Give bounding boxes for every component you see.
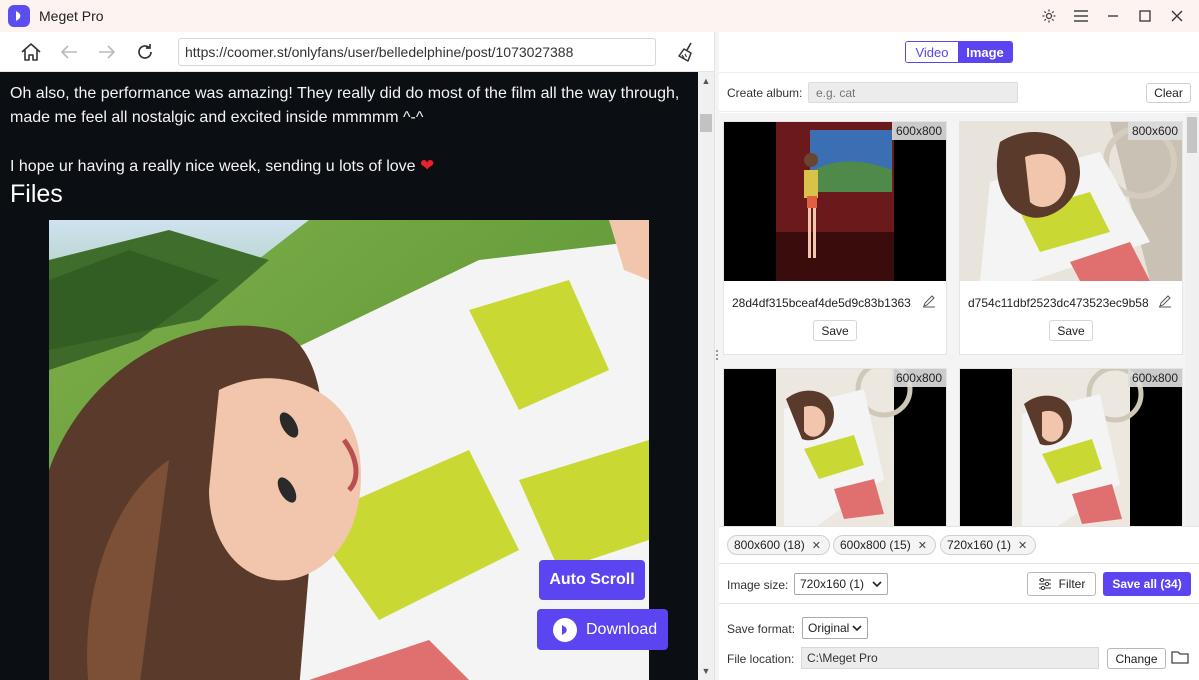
pencil-icon[interactable] (1158, 294, 1172, 308)
post-paragraph: Oh also, the performance was amazing! Th… (10, 85, 680, 126)
image-dimensions: 800x600 (1127, 122, 1182, 140)
reload-icon[interactable] (128, 35, 162, 69)
remove-tag-icon[interactable]: ✕ (812, 539, 821, 552)
post-paragraph-text: I hope ur having a really nice week, sen… (10, 158, 416, 175)
image-filename: 28d4df315bceaf4de5d9c83b13631f (732, 296, 912, 310)
album-input[interactable] (808, 82, 1018, 103)
chevron-down-icon (852, 621, 862, 635)
size-tag-label: 600x800 (15) (840, 538, 911, 552)
app-title: Meget Pro (39, 8, 104, 24)
folder-icon[interactable] (1171, 649, 1189, 667)
image-dimensions: 600x800 (891, 122, 946, 140)
album-row: Create album: Clear (719, 72, 1199, 112)
image-size-select[interactable]: 720x160 (1) (794, 573, 888, 595)
grid-scroll-thumb[interactable] (1187, 117, 1197, 153)
filter-label: Filter (1058, 577, 1086, 591)
image-dimensions: 600x800 (1127, 369, 1182, 387)
browser-navbar (0, 32, 716, 72)
image-thumbnail[interactable] (960, 369, 1182, 528)
maximize-icon[interactable] (1129, 0, 1161, 32)
web-scrollbar[interactable]: ▲ ▼ (698, 72, 714, 680)
image-filename: d754c11dbf2523dc473523ec9b589 (968, 296, 1148, 310)
file-location-input[interactable] (801, 647, 1099, 669)
grid-scrollbar[interactable] (1185, 113, 1199, 556)
meget-logo-icon (8, 5, 30, 27)
url-input[interactable] (178, 38, 656, 66)
window-controls (1033, 0, 1193, 32)
save-button[interactable]: Save (813, 320, 857, 341)
remove-tag-icon[interactable]: ✕ (918, 539, 927, 552)
chevron-down-icon (872, 577, 882, 591)
close-icon[interactable] (1161, 0, 1193, 32)
sliders-icon (1038, 578, 1052, 590)
image-size-value: 720x160 (1) (800, 577, 865, 591)
broom-icon[interactable] (672, 36, 702, 68)
save-settings: Save format: Original File location: Cha… (719, 603, 1199, 680)
image-size-row: Image size: 720x160 (1) Filter Save all … (719, 563, 1199, 603)
files-heading: Files (10, 180, 63, 208)
title-bar: Meget Pro (0, 0, 1199, 32)
save-format-select[interactable]: Original (802, 617, 868, 639)
size-tag[interactable]: 800x600 (18) ✕ (727, 535, 830, 555)
image-thumbnail[interactable] (960, 122, 1182, 281)
album-label: Create album: (727, 86, 803, 100)
download-panel: Video Image Create album: Clear (719, 32, 1199, 680)
image-dimensions: 600x800 (891, 369, 946, 387)
tab-image[interactable]: Image (958, 42, 1012, 62)
back-arrow-icon[interactable] (52, 35, 86, 69)
image-card[interactable]: 600x800 28d4df315bceaf4de5d9c83b13631f S… (723, 121, 947, 355)
save-all-button[interactable]: Save all (34) (1103, 572, 1191, 596)
scroll-down-icon[interactable]: ▼ (701, 666, 711, 676)
file-location-label: File location: (727, 652, 795, 666)
download-button[interactable]: Download (537, 609, 668, 650)
auto-scroll-button[interactable]: Auto Scroll (539, 560, 645, 600)
size-tag[interactable]: 600x800 (15) ✕ (833, 535, 936, 555)
remove-tag-icon[interactable]: ✕ (1018, 539, 1027, 552)
home-icon[interactable] (14, 35, 48, 69)
image-grid: 600x800 28d4df315bceaf4de5d9c83b13631f S… (719, 113, 1199, 556)
tab-video[interactable]: Video (906, 42, 958, 62)
size-tag-label: 800x600 (18) (734, 538, 805, 552)
size-tag[interactable]: 720x160 (1) ✕ (940, 535, 1037, 555)
minimize-icon[interactable] (1097, 0, 1129, 32)
save-format-value: Original (808, 621, 850, 635)
gear-icon[interactable] (1033, 0, 1065, 32)
clear-button[interactable]: Clear (1146, 83, 1191, 103)
save-format-label: Save format: (727, 622, 796, 636)
size-tag-label: 720x160 (1) (947, 538, 1012, 552)
download-label: Download (586, 620, 658, 638)
forward-arrow-icon[interactable] (90, 35, 124, 69)
image-thumbnail[interactable] (724, 122, 946, 281)
media-type-toggle: Video Image (905, 41, 1013, 63)
size-tags: 800x600 (18) ✕ 600x800 (15) ✕ 720x160 (1) ✕ (719, 526, 1199, 562)
post-paragraph: I hope ur having a really nice week, sen… (10, 154, 690, 179)
heart-icon: ❤ (420, 156, 435, 175)
splitter-grip-icon[interactable] (716, 350, 718, 360)
scroll-up-icon[interactable]: ▲ (701, 76, 711, 86)
web-content: Oh also, the performance was amazing! Th… (0, 72, 698, 680)
change-location-button[interactable]: Change (1107, 648, 1166, 669)
save-button[interactable]: Save (1049, 320, 1093, 341)
pencil-icon[interactable] (922, 294, 936, 308)
hamburger-icon[interactable] (1065, 0, 1097, 32)
post-text: Oh also, the performance was amazing! Th… (10, 82, 690, 179)
image-thumbnail[interactable] (724, 369, 946, 528)
image-card[interactable]: 800x600 d754c11dbf2523dc473523ec9b589 Sa… (959, 121, 1183, 355)
filter-button[interactable]: Filter (1027, 572, 1096, 596)
meget-logo-icon (553, 617, 577, 642)
scroll-thumb[interactable] (700, 114, 712, 132)
image-size-label: Image size: (727, 578, 789, 592)
